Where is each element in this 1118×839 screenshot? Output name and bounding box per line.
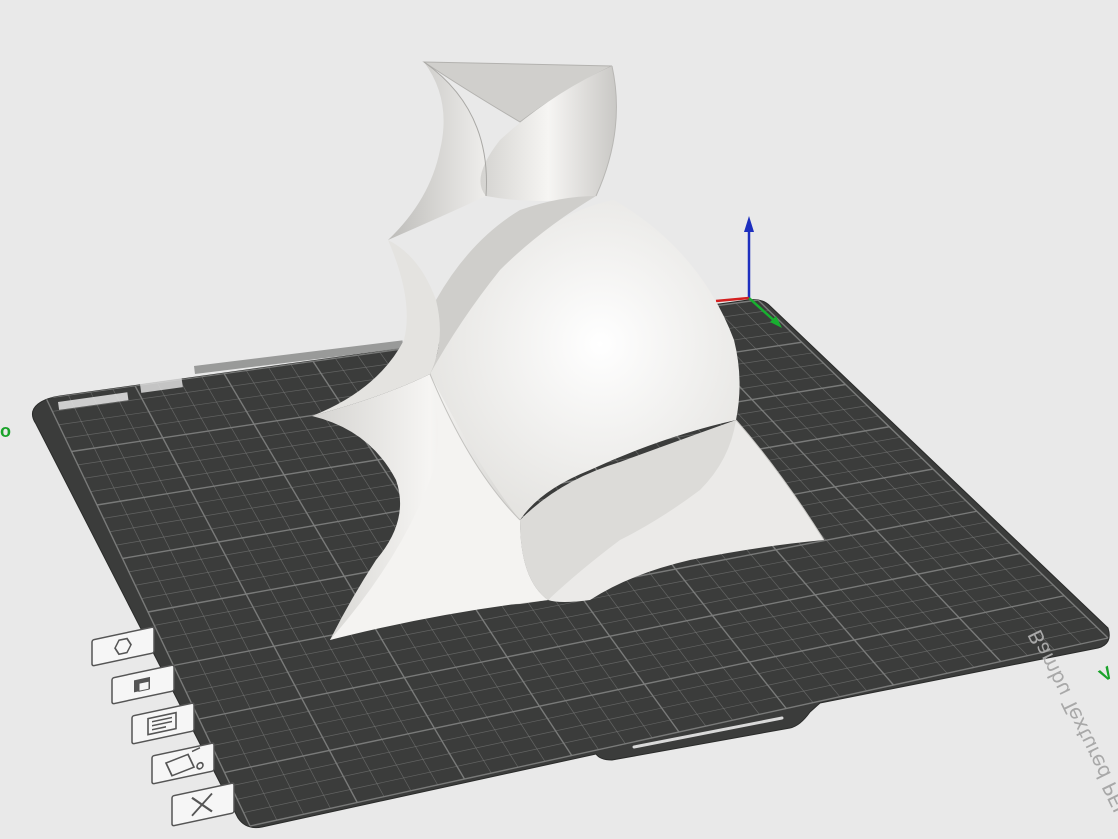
close-button[interactable] — [171, 782, 235, 827]
z-axis-arrow — [744, 216, 754, 232]
plate-settings-button[interactable] — [151, 742, 215, 785]
3d-viewport[interactable]: Bambu Textured PEI Plate o V — [0, 0, 1118, 839]
hexagon-button[interactable] — [91, 626, 155, 667]
scene: Bambu Textured PEI Plate o V — [0, 61, 1118, 839]
plate-label: Bambu Textured PEI Plate — [1023, 626, 1118, 839]
build-plate-button[interactable] — [111, 664, 175, 705]
edge-label-left: o — [0, 421, 11, 441]
edge-label-right: V — [1096, 662, 1116, 685]
arrange-button[interactable] — [131, 702, 195, 745]
